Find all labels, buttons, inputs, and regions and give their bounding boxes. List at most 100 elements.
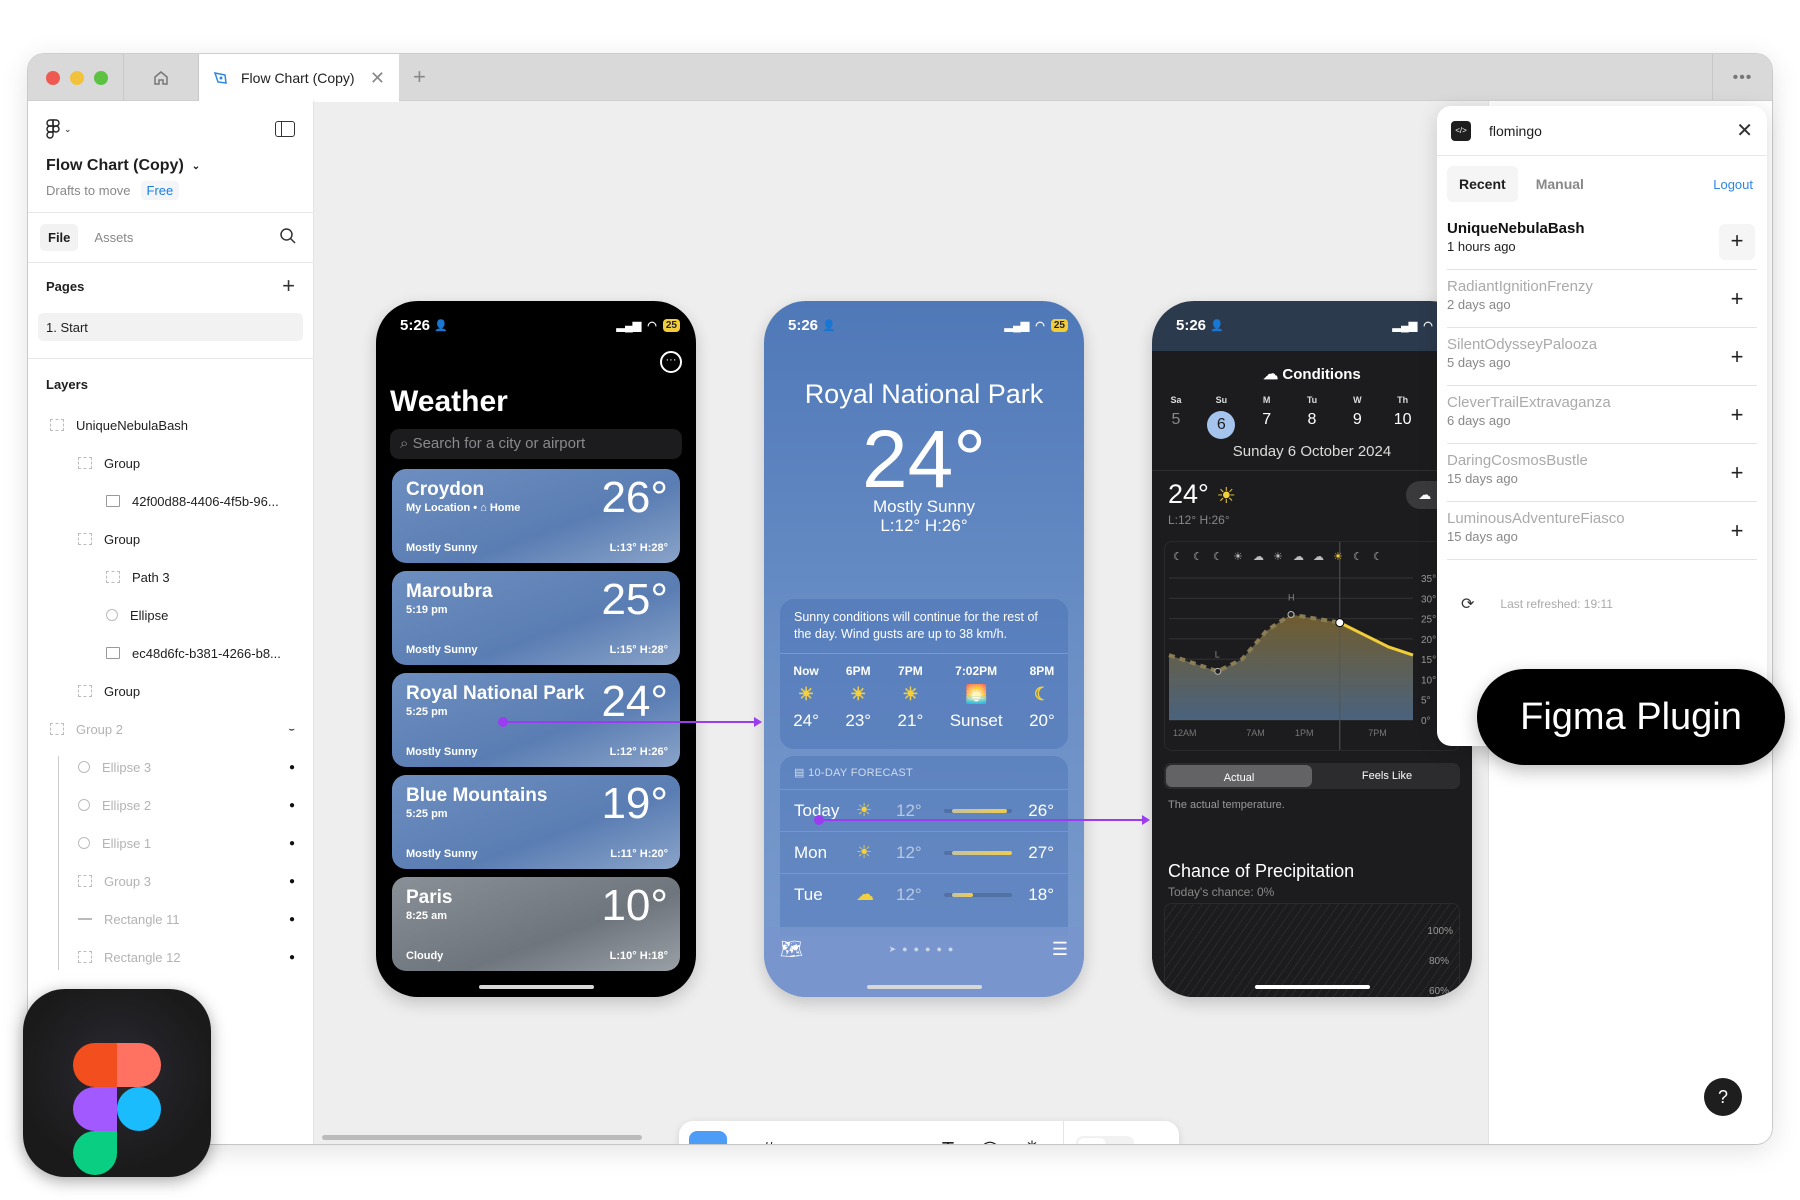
- layer-row[interactable]: Group 2 ⌣: [28, 710, 313, 748]
- home-tab[interactable]: [123, 54, 199, 101]
- layer-row[interactable]: Group: [28, 444, 313, 482]
- add-item-button[interactable]: +: [1719, 456, 1755, 492]
- weather-list-frame[interactable]: 5:26 👤 ▂▄▆ ◠ 25 ··· Weather ⌕ Search for a…: [376, 301, 696, 997]
- recent-item[interactable]: SilentOdysseyPalooza 5 days ago +: [1447, 328, 1757, 386]
- segment-actual[interactable]: Actual: [1166, 765, 1312, 787]
- new-tab-button[interactable]: +: [413, 64, 426, 90]
- layer-name: UniqueNebulaBash: [76, 417, 189, 433]
- recent-item[interactable]: UniqueNebulaBash 1 hours ago +: [1447, 212, 1757, 270]
- layer-row[interactable]: Group 3 ●: [28, 862, 313, 900]
- tab-manual[interactable]: Manual: [1524, 166, 1596, 202]
- list-icon[interactable]: ☰: [1052, 939, 1068, 960]
- layer-row[interactable]: Ellipse: [28, 596, 313, 634]
- minimize-window-button[interactable]: [70, 71, 84, 85]
- file-tab[interactable]: Flow Chart (Copy) ✕: [199, 54, 399, 102]
- actions-tool[interactable]: ⁂: [1013, 1131, 1051, 1145]
- hourly-condition-icon: ☀: [1233, 551, 1243, 563]
- dev-mode-toggle[interactable]: </>: [1076, 1136, 1134, 1144]
- layer-row[interactable]: Rectangle 11 ●: [28, 900, 313, 938]
- recent-item[interactable]: RadiantIgnitionFrenzy 2 days ago +: [1447, 270, 1757, 328]
- city-search-input[interactable]: ⌕ Search for a city or airport: [390, 429, 682, 459]
- help-button[interactable]: ?: [1704, 1078, 1742, 1116]
- close-tab-icon[interactable]: ✕: [370, 68, 385, 89]
- date-button[interactable]: 9: [1343, 411, 1371, 439]
- main-menu-button[interactable]: ⌄: [46, 119, 72, 139]
- tab-file[interactable]: File: [40, 224, 79, 251]
- recent-item[interactable]: CleverTrailExtravaganza 6 days ago +: [1447, 386, 1757, 444]
- connector-start-dot[interactable]: [498, 717, 508, 727]
- city-card[interactable]: Royal National Park 5:25 pm 24° Mostly Sunn…: [392, 673, 680, 767]
- weather-detail-frame[interactable]: 5:26 👤 ▂▄▆ ◠ 25 Royal National Park 24° Mo…: [764, 301, 1084, 997]
- layer-row[interactable]: Rectangle 12 ●: [28, 938, 313, 976]
- layer-row[interactable]: Path 3: [28, 558, 313, 596]
- visibility-dot-icon[interactable]: ●: [289, 838, 295, 849]
- close-window-button[interactable]: [46, 71, 60, 85]
- weather-symbol-icon: ☀: [850, 684, 867, 704]
- logout-link[interactable]: Logout: [1713, 177, 1757, 192]
- frame-tool[interactable]: #: [749, 1131, 787, 1145]
- forecast-row[interactable]: Mon ☀ 12° 27°: [780, 831, 1068, 873]
- layer-row[interactable]: Ellipse 3 ●: [28, 748, 313, 786]
- city-card[interactable]: Paris 8:25 am 10° Cloudy L:10° H:18°: [392, 877, 680, 971]
- prototype-connector[interactable]: [814, 815, 1150, 825]
- more-options-icon[interactable]: ···: [660, 351, 682, 373]
- visibility-dot-icon[interactable]: ●: [289, 952, 295, 963]
- more-menu-button[interactable]: •••: [1712, 54, 1772, 101]
- city-card[interactable]: Croydon My Location • ⌂ Home 26° Mostly Sun…: [392, 469, 680, 563]
- panel-toggle-icon[interactable]: [275, 121, 295, 137]
- city-temp: 10°: [601, 881, 668, 930]
- date-button[interactable]: 7: [1253, 411, 1281, 439]
- tab-assets[interactable]: Assets: [86, 224, 141, 251]
- page-item[interactable]: 1. Start: [38, 313, 303, 341]
- date-button[interactable]: 8: [1298, 411, 1326, 439]
- add-item-button[interactable]: +: [1719, 398, 1755, 434]
- layer-row[interactable]: Group: [28, 672, 313, 710]
- forecast-low: 12°: [896, 884, 922, 904]
- visibility-dot-icon[interactable]: ●: [289, 800, 295, 811]
- add-item-button[interactable]: +: [1719, 282, 1755, 318]
- add-item-button[interactable]: +: [1719, 340, 1755, 376]
- layer-row[interactable]: UniqueNebulaBash: [28, 406, 313, 444]
- refresh-icon[interactable]: ⟳: [1461, 594, 1474, 614]
- file-location[interactable]: Drafts to move: [46, 183, 131, 198]
- city-card[interactable]: Maroubra 5:19 pm 25° Mostly Sunny L:15° H:28…: [392, 571, 680, 665]
- date-button[interactable]: 10: [1389, 411, 1417, 439]
- move-tool[interactable]: ➤: [689, 1131, 727, 1144]
- prototype-connector[interactable]: [498, 717, 762, 727]
- plan-badge[interactable]: Free: [140, 181, 180, 200]
- horizontal-scrollbar[interactable]: [322, 1135, 642, 1140]
- text-tool[interactable]: T: [929, 1131, 967, 1145]
- connector-start-dot[interactable]: [814, 815, 824, 825]
- zoom-window-button[interactable]: [94, 71, 108, 85]
- segment-feels-like[interactable]: Feels Like: [1314, 763, 1460, 789]
- layer-row[interactable]: Ellipse 1 ●: [28, 824, 313, 862]
- forecast-row[interactable]: Tue ☁ 12° 18°: [780, 873, 1068, 915]
- layer-row[interactable]: Group: [28, 520, 313, 558]
- add-item-button[interactable]: +: [1719, 514, 1755, 550]
- close-plugin-icon[interactable]: ✕: [1736, 118, 1753, 143]
- eye-closed-icon[interactable]: ⌣: [288, 724, 295, 735]
- date-button[interactable]: 6: [1207, 411, 1236, 439]
- page-indicator[interactable]: ➤●●●●●: [764, 944, 1084, 955]
- recent-item[interactable]: DaringCosmosBustle 15 days ago +: [1447, 444, 1757, 502]
- visibility-dot-icon[interactable]: ●: [289, 762, 295, 773]
- layer-row[interactable]: ec48d6fc-b381-4266-b8...: [28, 634, 313, 672]
- layer-row[interactable]: 42f00d88-4406-4f5b-96...: [28, 482, 313, 520]
- rectangle-tool[interactable]: ▢: [809, 1131, 847, 1145]
- add-item-button[interactable]: +: [1719, 224, 1755, 260]
- canvas[interactable]: 5:26 👤 ▂▄▆ ◠ 25 ··· Weather ⌕ Search for a…: [314, 101, 1488, 1144]
- search-icon[interactable]: [279, 227, 297, 245]
- add-page-button[interactable]: +: [282, 273, 295, 299]
- visibility-dot-icon[interactable]: ●: [289, 876, 295, 887]
- date-button[interactable]: 5: [1162, 411, 1190, 439]
- visibility-dot-icon[interactable]: ●: [289, 914, 295, 925]
- tab-recent[interactable]: Recent: [1447, 166, 1518, 202]
- pen-tool[interactable]: ✒: [869, 1131, 907, 1145]
- file-title[interactable]: Flow Chart (Copy) ⌄: [46, 157, 200, 175]
- layer-row[interactable]: Ellipse 2 ●: [28, 786, 313, 824]
- recent-item[interactable]: LuminousAdventureFiasco 15 days ago +: [1447, 502, 1757, 560]
- comment-tool[interactable]: ◯: [971, 1131, 1009, 1145]
- city-card[interactable]: Blue Mountains 5:25 pm 19° Mostly Sunny L:11…: [392, 775, 680, 869]
- conditions-frame[interactable]: 5:26 👤 ▂▄▆◠25 ☁ Conditions ✕ SaSuMTuWThF…: [1152, 301, 1472, 997]
- forecast-row[interactable]: Today ☀ 12° 26°: [780, 789, 1068, 831]
